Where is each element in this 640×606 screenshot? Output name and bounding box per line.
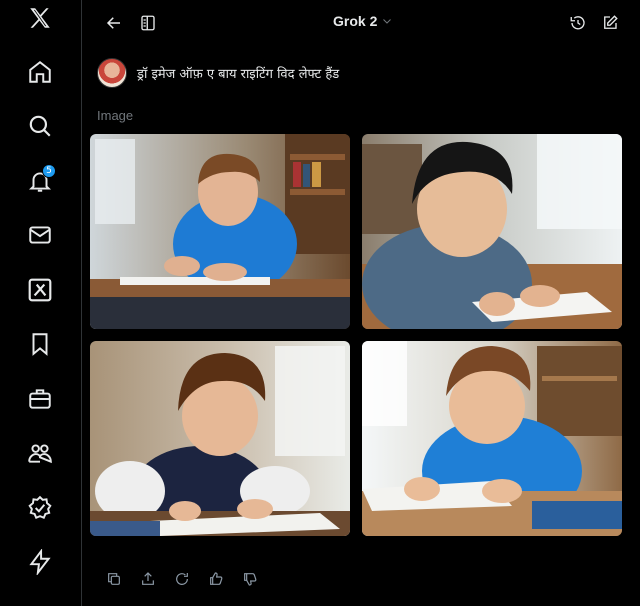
generated-image[interactable]	[90, 341, 350, 536]
chevron-down-icon	[383, 19, 392, 24]
thumbs-down-icon	[244, 573, 257, 586]
like-button[interactable]	[205, 568, 227, 590]
generated-image[interactable]	[90, 134, 350, 329]
sidebar-toggle-button[interactable]	[135, 10, 161, 36]
jobs-icon[interactable]	[22, 381, 58, 417]
share-icon	[142, 572, 154, 585]
new-chat-icon	[604, 15, 618, 29]
share-button[interactable]	[137, 568, 159, 590]
generated-image[interactable]	[362, 341, 622, 536]
back-arrow-icon	[106, 17, 120, 29]
dislike-button[interactable]	[239, 568, 261, 590]
prompt-text: ड्रॉ इमेज ऑफ़ ए बाय राइटिंग विद लेफ्ट है…	[137, 67, 340, 82]
back-button[interactable]	[101, 10, 127, 36]
search-icon[interactable]	[22, 108, 58, 144]
new-chat-button[interactable]	[597, 10, 623, 36]
generated-images	[90, 134, 622, 536]
thumbs-up-icon	[210, 572, 223, 585]
notification-badge: 5	[42, 164, 56, 178]
avatar[interactable]	[97, 58, 127, 88]
user-message: ड्रॉ इमेज ऑफ़ ए बाय राइटिंग विद लेफ्ट है…	[97, 58, 339, 88]
verified-icon[interactable]	[22, 490, 58, 526]
copy-icon	[108, 573, 120, 585]
communities-icon[interactable]	[22, 435, 58, 471]
generated-image[interactable]	[362, 134, 622, 329]
x-logo-icon[interactable]	[22, 0, 58, 36]
copy-button[interactable]	[103, 568, 125, 590]
bookmarks-icon[interactable]	[22, 326, 58, 362]
image-section-label: Image	[97, 108, 134, 123]
grok-main: Grok 2 ड्रॉ इमेज ऑफ़ ए बाय राइटिंग विद ल…	[83, 0, 640, 606]
lightning-icon[interactable]	[22, 544, 58, 580]
history-button[interactable]	[565, 10, 591, 36]
home-icon[interactable]	[22, 54, 58, 90]
model-selector[interactable]: Grok 2	[333, 13, 393, 29]
model-name: Grok 2	[333, 13, 378, 29]
messages-icon[interactable]	[22, 217, 58, 253]
regenerate-icon	[176, 573, 188, 585]
regenerate-button[interactable]	[171, 568, 193, 590]
sidebar: 5	[0, 0, 82, 606]
sidebar-toggle-icon	[141, 15, 155, 31]
response-actions	[103, 568, 261, 590]
history-icon	[570, 16, 585, 30]
grok-icon[interactable]	[22, 272, 58, 308]
